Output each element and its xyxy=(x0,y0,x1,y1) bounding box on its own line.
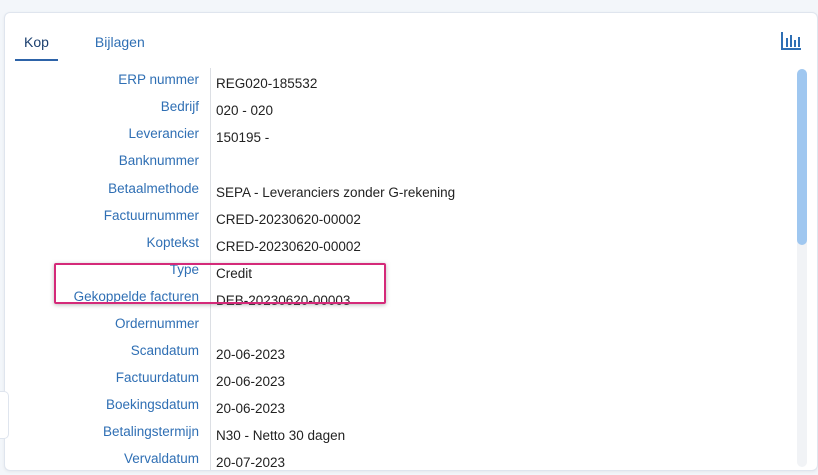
field-label: Factuurdatum xyxy=(115,370,199,385)
field-label: Type xyxy=(169,262,199,277)
bar-chart-icon[interactable] xyxy=(779,29,803,53)
invoice-header-panel: Kop Bijlagen ERP nummer REG020-185532 Be… xyxy=(4,12,818,471)
field-value: 20-06-2023 xyxy=(216,374,286,389)
field-value: 150195 - xyxy=(216,130,270,145)
field-value: 20-06-2023 xyxy=(216,347,286,362)
field-row-banknummer: Banknummer xyxy=(5,153,785,179)
field-label: Scandatum xyxy=(130,343,199,358)
field-row-koptekst: Koptekst CRED-20230620-00002 xyxy=(5,235,785,261)
field-value: 20-07-2023 xyxy=(216,455,286,470)
field-label: Bedrijf xyxy=(160,99,199,114)
field-label: Koptekst xyxy=(146,235,199,250)
field-label: Betaalmethode xyxy=(108,181,199,196)
vertical-scrollbar[interactable] xyxy=(797,69,807,467)
field-list: ERP nummer REG020-185532 Bedrijf 020 - 0… xyxy=(5,68,785,470)
field-row-scandatum: Scandatum 20-06-2023 xyxy=(5,343,785,369)
field-row-bedrijf: Bedrijf 020 - 020 xyxy=(5,99,785,125)
field-row-ordernummer: Ordernummer xyxy=(5,316,785,342)
field-value: SEPA - Leveranciers zonder G-rekening xyxy=(216,185,456,200)
side-panel-handle[interactable] xyxy=(0,391,9,439)
linked-invoice-value[interactable]: DEB-20230620-00003 xyxy=(216,293,350,308)
field-row-erp-nummer: ERP nummer REG020-185532 xyxy=(5,72,785,98)
field-row-betalingstermijn: Betalingstermijn N30 - Netto 30 dagen xyxy=(5,424,785,450)
field-value: N30 - Netto 30 dagen xyxy=(216,428,346,443)
field-label: Leverancier xyxy=(128,126,199,141)
field-label: Banknummer xyxy=(118,153,199,168)
field-label: Ordernummer xyxy=(114,316,199,331)
scrollbar-thumb[interactable] xyxy=(797,69,807,245)
field-label: Vervaldatum xyxy=(123,451,199,466)
field-row-boekingsdatum: Boekingsdatum 20-06-2023 xyxy=(5,397,785,423)
tab-bar: Kop Bijlagen xyxy=(15,29,154,61)
field-value: CRED-20230620-00002 xyxy=(216,212,361,227)
field-row-factuurnummer: Factuurnummer CRED-20230620-00002 xyxy=(5,208,785,234)
tab-kop[interactable]: Kop xyxy=(15,29,58,61)
tab-bijlagen[interactable]: Bijlagen xyxy=(86,29,154,61)
field-value: Credit xyxy=(216,266,253,281)
field-label: Boekingsdatum xyxy=(105,397,199,412)
field-value: 20-06-2023 xyxy=(216,401,286,416)
field-row-leverancier: Leverancier 150195 - xyxy=(5,126,785,152)
field-row-type: Type Credit xyxy=(5,262,785,288)
field-row-gekoppelde-facturen: Gekoppelde facturen DEB-20230620-00003 xyxy=(5,289,785,315)
field-value: REG020-185532 xyxy=(216,76,318,91)
field-row-factuurdatum: Factuurdatum 20-06-2023 xyxy=(5,370,785,396)
field-label: Factuurnummer xyxy=(103,208,199,223)
field-label: Gekoppelde facturen xyxy=(73,289,199,304)
field-row-vervaldatum: Vervaldatum 20-07-2023 xyxy=(5,451,785,470)
field-label: ERP nummer xyxy=(118,72,199,87)
field-value: CRED-20230620-00002 xyxy=(216,239,361,254)
field-row-betaalmethode: Betaalmethode SEPA - Leveranciers zonder… xyxy=(5,181,785,207)
field-value: 020 - 020 xyxy=(216,103,274,118)
field-label: Betalingstermijn xyxy=(102,424,199,439)
